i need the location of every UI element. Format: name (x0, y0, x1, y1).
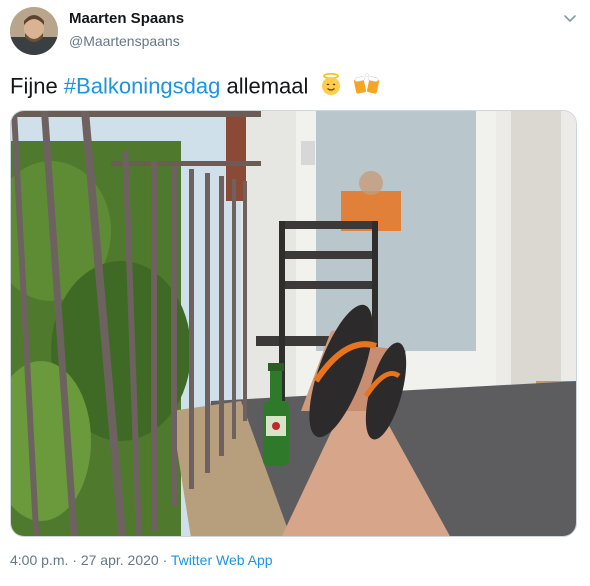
meta-separator-2: · (158, 552, 171, 568)
clinking-beer-mugs-emoji-icon (353, 72, 381, 103)
avatar[interactable] (10, 7, 58, 55)
author-name[interactable]: Maarten Spaans (69, 10, 184, 27)
tweet-photo[interactable] (10, 110, 577, 537)
meta-separator: · (68, 552, 81, 568)
tweet-text-before: Fijne (10, 73, 64, 99)
chevron-down-icon[interactable] (561, 9, 579, 27)
hashtag-link[interactable]: #Balkoningsdag (64, 73, 221, 98)
angel-face-emoji-icon (319, 72, 343, 103)
tweet-date[interactable]: 27 apr. 2020 (81, 552, 159, 568)
tweet-card: Maarten Spaans @Maartenspaans Fijne #Bal… (0, 0, 590, 586)
author-handle[interactable]: @Maartenspaans (69, 33, 180, 49)
profile-photo-icon (10, 7, 58, 55)
tweet-meta: 4:00 p.m. · 27 apr. 2020 · Twitter Web A… (10, 552, 273, 568)
tweet-text-after: allemaal (220, 73, 309, 99)
tweet-text: Fijne #Balkoningsdag allemaal (10, 72, 381, 103)
balcony-photo-icon (11, 111, 576, 536)
tweet-source-link[interactable]: Twitter Web App (171, 552, 273, 568)
tweet-time[interactable]: 4:00 p.m. (10, 552, 68, 568)
